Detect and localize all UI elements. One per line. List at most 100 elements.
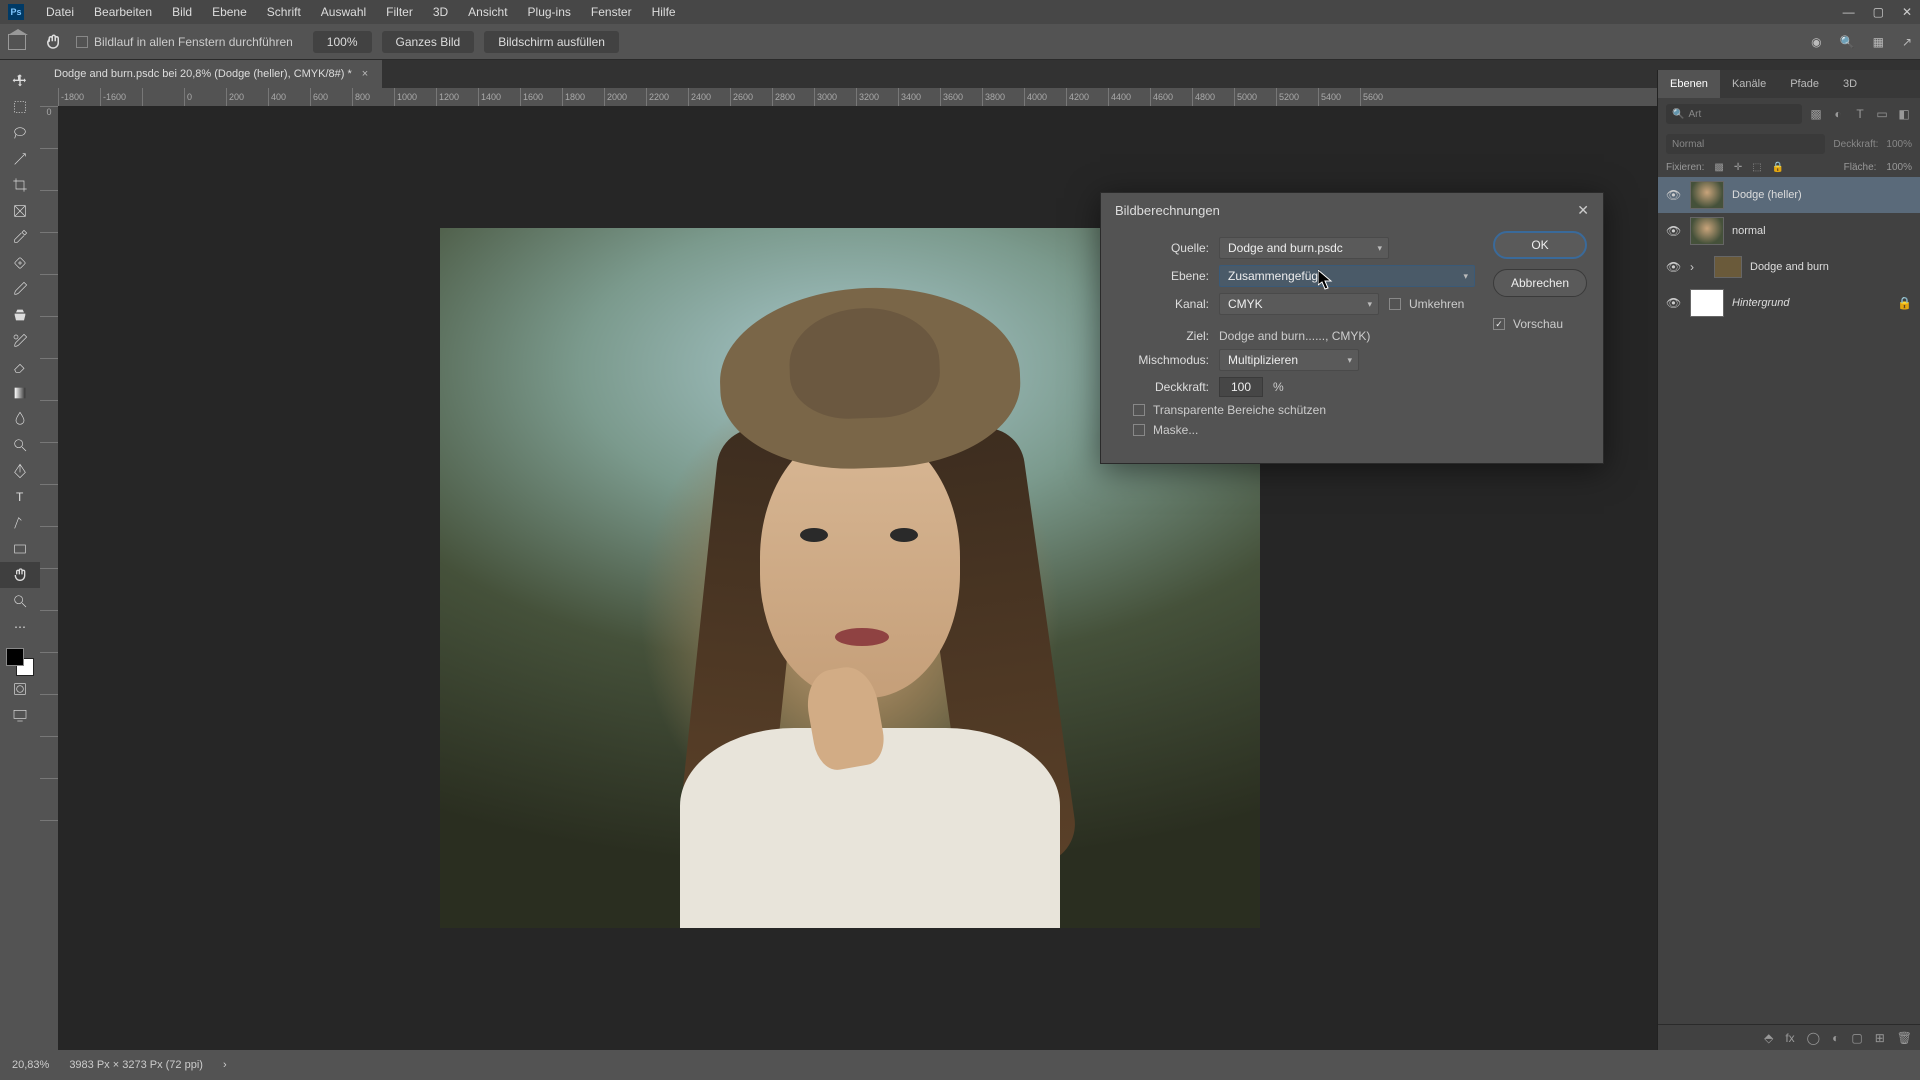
filter-shape-icon[interactable]: ▭ xyxy=(1874,106,1890,122)
hand-tool[interactable] xyxy=(0,562,40,588)
fill-value[interactable]: 100% xyxy=(1886,162,1912,173)
dialog-titlebar[interactable]: Bildberechnungen ✕ xyxy=(1101,193,1603,227)
clone-stamp-tool[interactable] xyxy=(0,302,40,328)
share-icon[interactable]: ↗ xyxy=(1902,35,1912,49)
scroll-all-windows-checkbox[interactable]: Bildlauf in allen Fenstern durchführen xyxy=(76,35,293,49)
layer-thumbnail[interactable] xyxy=(1690,289,1724,317)
menu-image[interactable]: Bild xyxy=(162,5,202,19)
layer-name[interactable]: Hintergrund xyxy=(1732,297,1889,309)
lock-position-icon[interactable]: ✛ xyxy=(1734,162,1742,173)
folder-toggle-icon[interactable]: › xyxy=(1690,260,1706,274)
channel-select[interactable]: CMYK▾ xyxy=(1219,293,1379,315)
history-brush-tool[interactable] xyxy=(0,328,40,354)
menu-plugins[interactable]: Plug-ins xyxy=(518,5,581,19)
adjustment-icon[interactable]: ◐ xyxy=(1832,1031,1839,1045)
layer-row[interactable]: 👁 › Dodge and burn xyxy=(1658,249,1920,285)
color-swatches[interactable] xyxy=(6,648,34,676)
opacity-value[interactable]: 100% xyxy=(1886,139,1912,150)
layer-select[interactable]: Zusammengefügt▾ xyxy=(1219,265,1475,287)
filter-pixel-icon[interactable]: ▩ xyxy=(1808,106,1824,122)
search-icon[interactable]: 🔍 xyxy=(1840,35,1855,49)
dodge-tool[interactable] xyxy=(0,432,40,458)
document-info[interactable]: 3983 Px × 3273 Px (72 ppi) xyxy=(69,1059,203,1071)
blend-select[interactable]: Multiplizieren▾ xyxy=(1219,349,1359,371)
pen-tool[interactable] xyxy=(0,458,40,484)
foreground-color-swatch[interactable] xyxy=(6,648,24,666)
mask-checkbox[interactable]: Maske... xyxy=(1133,423,1198,437)
dialog-close-icon[interactable]: ✕ xyxy=(1577,202,1589,219)
workspace-icon[interactable]: ▦ xyxy=(1873,35,1884,49)
magic-wand-tool[interactable] xyxy=(0,146,40,172)
layer-name[interactable]: Dodge (heller) xyxy=(1732,189,1912,201)
tab-paths[interactable]: Pfade xyxy=(1778,70,1831,98)
screen-mode-icon[interactable] xyxy=(0,702,40,728)
visibility-icon[interactable]: 👁 xyxy=(1666,260,1682,274)
lock-pixels-icon[interactable]: ▩ xyxy=(1714,162,1723,173)
menu-file[interactable]: Datei xyxy=(36,5,84,19)
layer-name[interactable]: Dodge and burn xyxy=(1750,261,1912,273)
layer-row[interactable]: 👁 Dodge (heller) xyxy=(1658,177,1920,213)
frame-tool[interactable] xyxy=(0,198,40,224)
visibility-icon[interactable]: 👁 xyxy=(1666,296,1682,310)
lasso-tool[interactable] xyxy=(0,120,40,146)
invert-checkbox[interactable]: Umkehren xyxy=(1389,297,1464,311)
layer-row[interactable]: 👁 normal xyxy=(1658,213,1920,249)
preserve-transparency-checkbox[interactable]: Transparente Bereiche schützen xyxy=(1133,403,1326,417)
preview-checkbox[interactable]: ✓Vorschau xyxy=(1493,317,1587,331)
menu-view[interactable]: Ansicht xyxy=(458,5,517,19)
tab-channels[interactable]: Kanäle xyxy=(1720,70,1778,98)
visibility-icon[interactable]: 👁 xyxy=(1666,224,1682,238)
tab-layers[interactable]: Ebenen xyxy=(1658,70,1720,98)
edit-toolbar-icon[interactable]: ⋯ xyxy=(0,614,40,640)
filter-adjust-icon[interactable]: ◐ xyxy=(1830,106,1846,122)
eyedropper-tool[interactable] xyxy=(0,224,40,250)
lock-all-icon[interactable]: 🔒 xyxy=(1772,162,1784,173)
menu-help[interactable]: Hilfe xyxy=(642,5,686,19)
close-tab-icon[interactable]: × xyxy=(362,68,368,80)
fill-screen-button[interactable]: Bildschirm ausfüllen xyxy=(484,31,619,53)
document-tab[interactable]: Dodge and burn.psdc bei 20,8% (Dodge (he… xyxy=(40,60,382,88)
lock-artboard-icon[interactable]: ⬚ xyxy=(1752,162,1761,173)
eraser-tool[interactable] xyxy=(0,354,40,380)
crop-tool[interactable] xyxy=(0,172,40,198)
menu-window[interactable]: Fenster xyxy=(581,5,642,19)
cancel-button[interactable]: Abbrechen xyxy=(1493,269,1587,297)
opacity-input[interactable]: 100 xyxy=(1219,377,1263,397)
delete-layer-icon[interactable]: 🗑 xyxy=(1897,1031,1912,1045)
new-layer-icon[interactable]: ⊞ xyxy=(1875,1031,1885,1045)
filter-type-icon[interactable]: T xyxy=(1852,106,1868,122)
status-caret-icon[interactable]: › xyxy=(223,1059,227,1071)
link-layers-icon[interactable]: ⬘ xyxy=(1764,1031,1773,1045)
visibility-icon[interactable]: 👁 xyxy=(1666,188,1682,202)
fit-screen-button[interactable]: Ganzes Bild xyxy=(382,31,475,53)
move-tool[interactable] xyxy=(0,68,40,94)
close-icon[interactable]: ✕ xyxy=(1902,5,1912,19)
layer-name[interactable]: normal xyxy=(1732,225,1912,237)
menu-select[interactable]: Auswahl xyxy=(311,5,376,19)
group-icon[interactable]: ▢ xyxy=(1851,1031,1862,1045)
healing-tool[interactable] xyxy=(0,250,40,276)
menu-filter[interactable]: Filter xyxy=(376,5,423,19)
layer-thumbnail[interactable] xyxy=(1690,217,1724,245)
ok-button[interactable]: OK xyxy=(1493,231,1587,259)
source-select[interactable]: Dodge and burn.psdc▾ xyxy=(1219,237,1389,259)
rectangle-tool[interactable] xyxy=(0,536,40,562)
blend-mode-select[interactable]: Normal xyxy=(1666,134,1825,154)
layer-thumbnail[interactable] xyxy=(1690,181,1724,209)
type-tool[interactable]: T xyxy=(0,484,40,510)
filter-smart-icon[interactable]: ◧ xyxy=(1896,106,1912,122)
quick-mask-icon[interactable] xyxy=(0,676,40,702)
fx-icon[interactable]: fx xyxy=(1785,1031,1794,1045)
gradient-tool[interactable] xyxy=(0,380,40,406)
path-tool[interactable] xyxy=(0,510,40,536)
menu-layer[interactable]: Ebene xyxy=(202,5,257,19)
menu-type[interactable]: Schrift xyxy=(257,5,311,19)
zoom-100-button[interactable]: 100% xyxy=(313,31,372,53)
minimize-icon[interactable]: — xyxy=(1843,5,1855,19)
menu-3d[interactable]: 3D xyxy=(423,5,458,19)
marquee-tool[interactable] xyxy=(0,94,40,120)
cloud-sync-icon[interactable]: ◉ xyxy=(1811,35,1821,49)
maximize-icon[interactable]: ▢ xyxy=(1873,5,1884,19)
blur-tool[interactable] xyxy=(0,406,40,432)
layer-filter-select[interactable]: 🔍 Art xyxy=(1666,104,1802,124)
